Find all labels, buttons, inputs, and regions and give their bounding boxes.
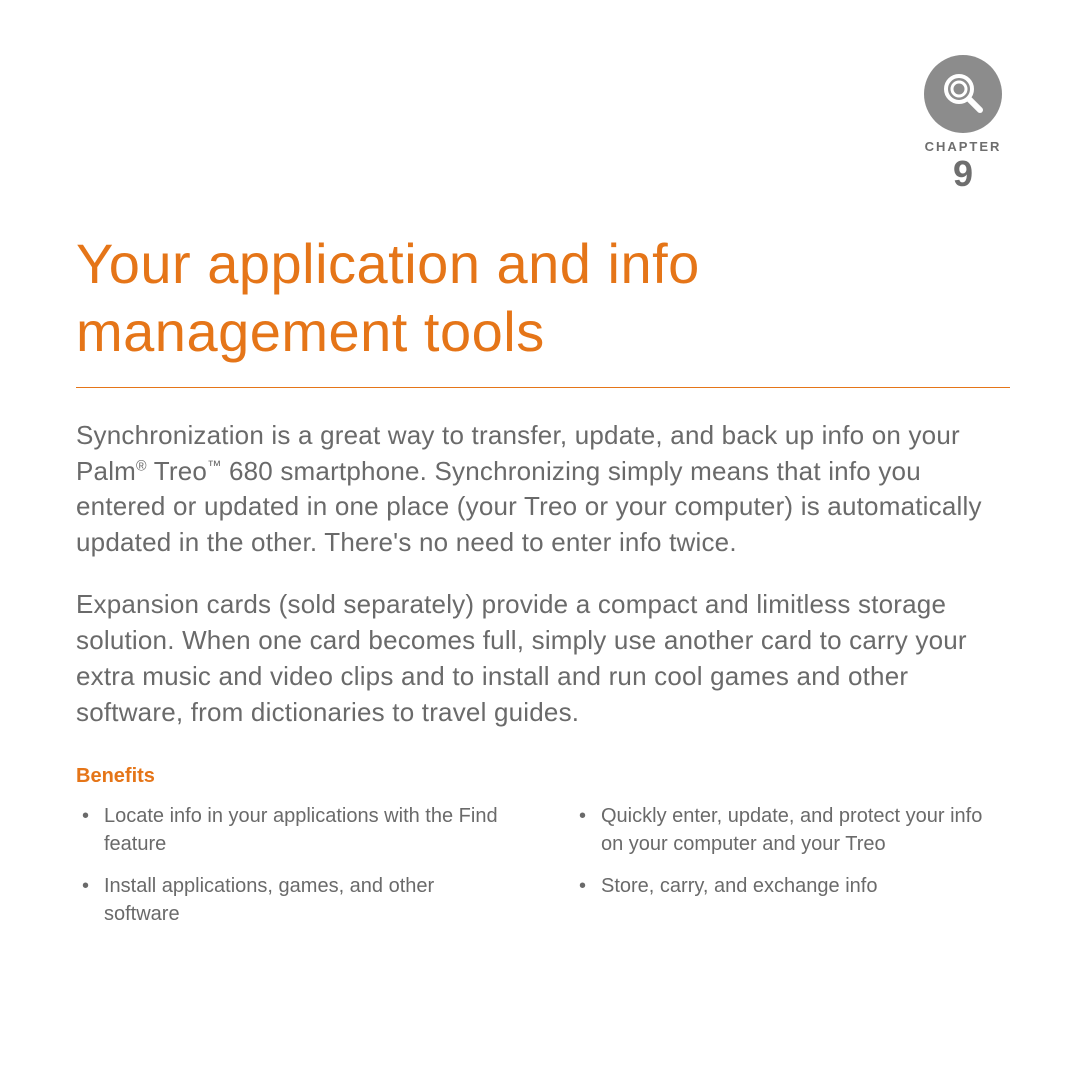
- list-item: Locate info in your applications with th…: [76, 802, 513, 858]
- trademark-mark: ™: [207, 458, 222, 474]
- intro-p1-mid: Treo: [147, 456, 207, 486]
- list-item: Quickly enter, update, and protect your …: [573, 802, 1010, 858]
- registered-mark: ®: [136, 458, 147, 474]
- document-page: CHAPTER 9 Your application and info mana…: [0, 0, 1080, 1080]
- chapter-number: 9: [918, 156, 1008, 192]
- benefits-heading: Benefits: [76, 765, 1010, 788]
- chapter-label: CHAPTER: [918, 139, 1008, 154]
- intro-paragraph-1: Synchronization is a great way to transf…: [76, 418, 1010, 562]
- list-item: Install applications, games, and other s…: [76, 872, 513, 928]
- page-title: Your application and info management too…: [76, 230, 1010, 388]
- benefits-columns: Locate info in your applications with th…: [76, 802, 1010, 942]
- magnifier-icon: [924, 55, 1002, 133]
- list-item: Store, carry, and exchange info: [573, 872, 1010, 900]
- chapter-badge: CHAPTER 9: [918, 55, 1008, 192]
- benefits-right-column: Quickly enter, update, and protect your …: [573, 802, 1010, 942]
- benefits-left-column: Locate info in your applications with th…: [76, 802, 513, 942]
- intro-paragraph-2: Expansion cards (sold separately) provid…: [76, 587, 1010, 731]
- intro-block: Synchronization is a great way to transf…: [76, 418, 1010, 731]
